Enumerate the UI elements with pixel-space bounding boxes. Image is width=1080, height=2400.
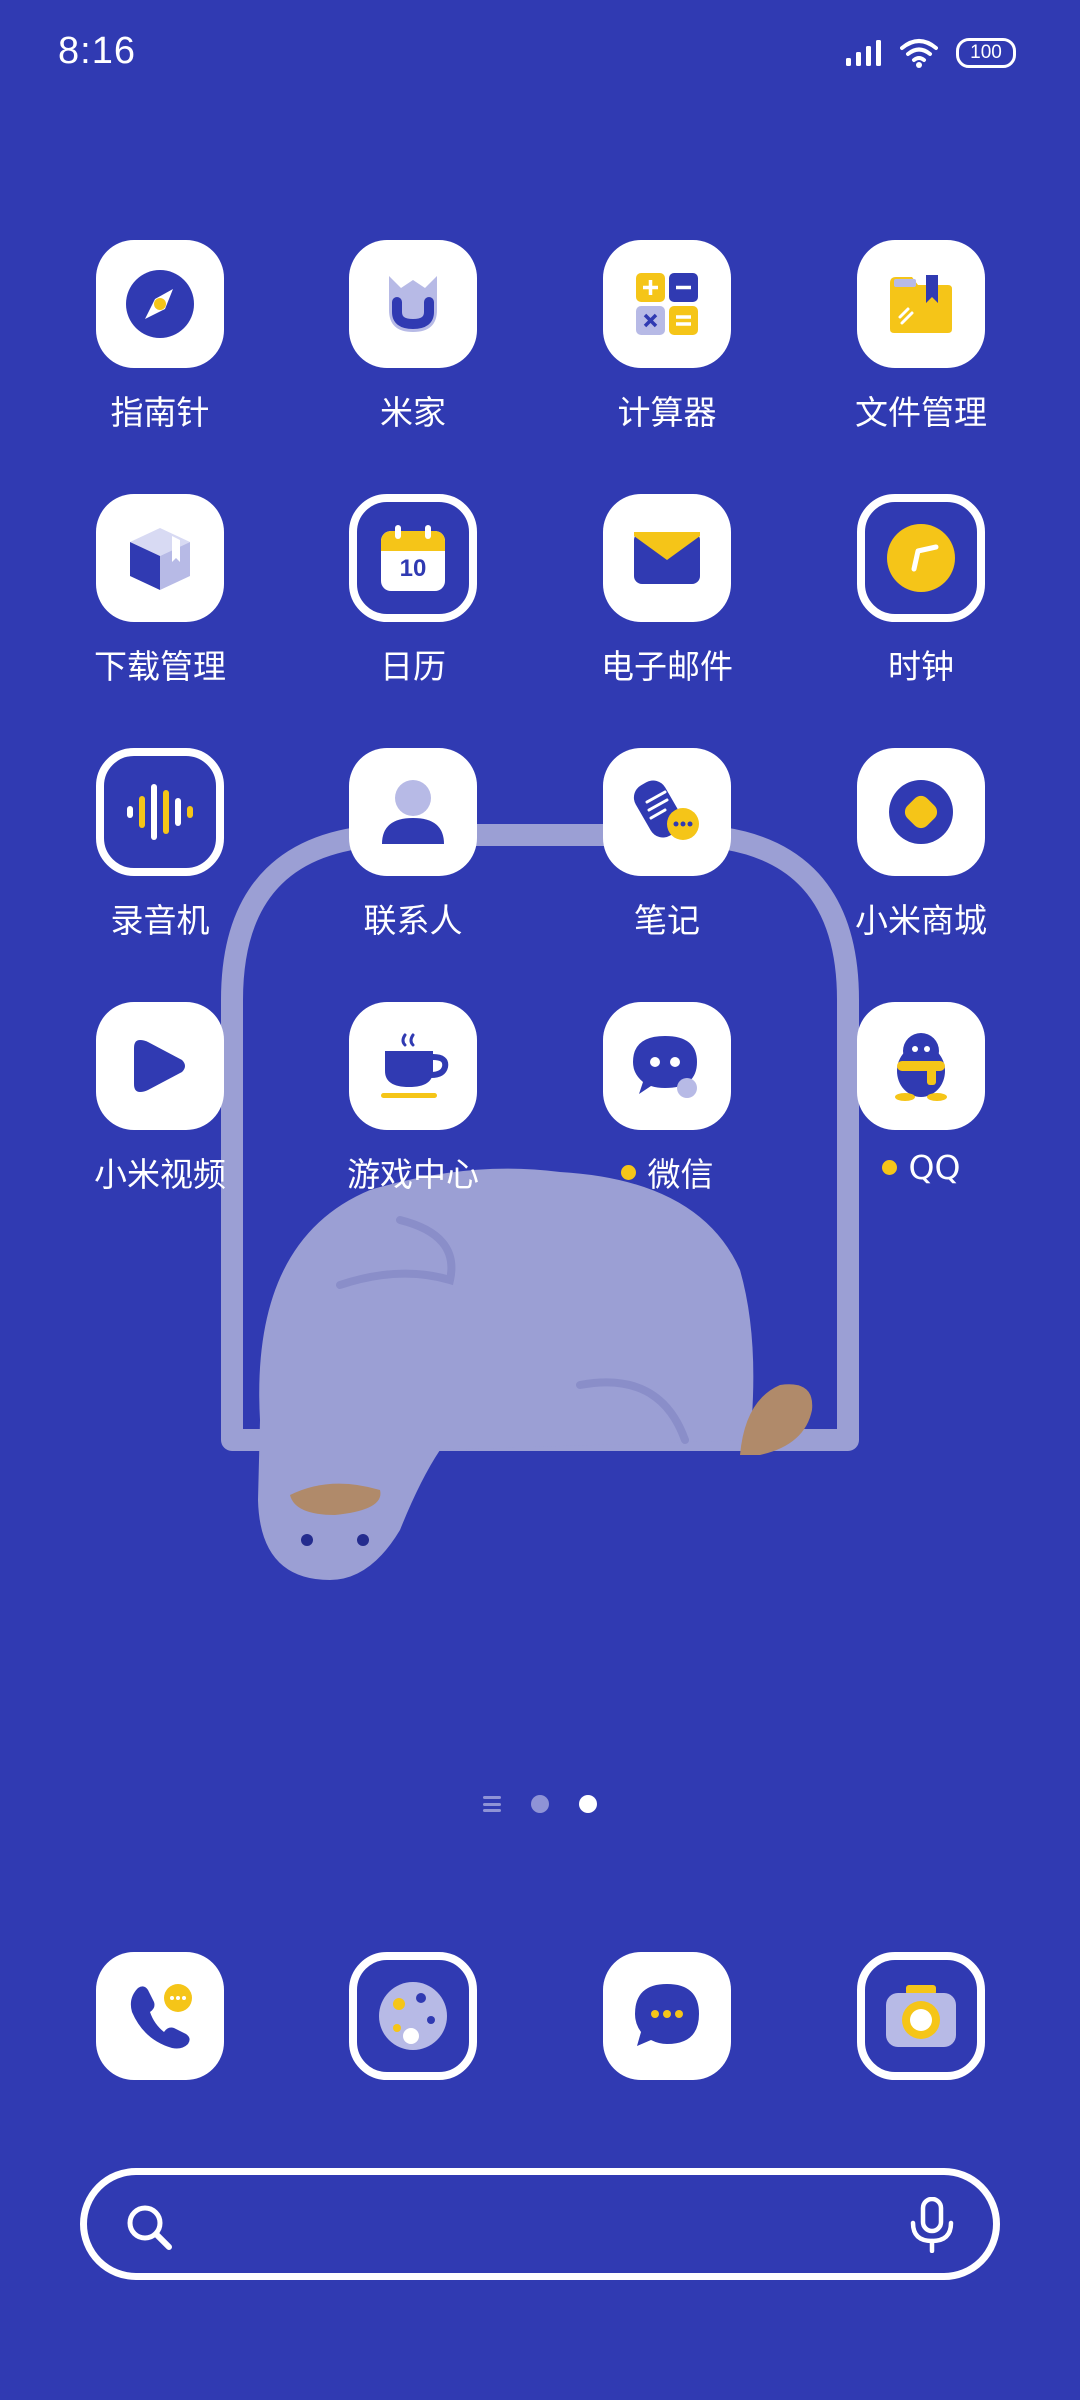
app-email[interactable]: 电子邮件 [557, 494, 777, 724]
page-list-icon[interactable] [483, 1796, 501, 1812]
app-contacts[interactable]: 联系人 [303, 748, 523, 978]
app-label: 日历 [380, 647, 446, 686]
status-time: 8:16 [58, 30, 136, 72]
search-bar[interactable] [80, 2168, 1000, 2280]
app-label: QQ [881, 1148, 960, 1187]
microphone-icon[interactable] [909, 2197, 955, 2253]
calendar-day: 10 [399, 555, 427, 582]
app-label: 文件管理 [855, 393, 987, 432]
battery-icon: 100 [956, 38, 1016, 68]
app-label: 电子邮件 [601, 647, 733, 686]
app-label: 下载管理 [94, 647, 226, 686]
app-compass[interactable]: 指南针 [50, 240, 270, 470]
page-indicator [0, 1795, 1080, 1813]
messages-icon [603, 1952, 731, 2080]
notification-dot [881, 1160, 897, 1175]
app-label: 微信 [620, 1148, 714, 1196]
app-mi-video[interactable]: 小米视频 [50, 1002, 270, 1232]
status-icons: 100 [846, 38, 1016, 68]
app-clock[interactable]: 时钟 [811, 494, 1031, 724]
download-manager-icon [96, 494, 224, 622]
notes-icon [603, 748, 731, 876]
app-label: 米家 [380, 393, 446, 432]
page-dot-active[interactable] [579, 1795, 597, 1813]
camera-icon [857, 1952, 985, 2080]
app-label: 游戏中心 [347, 1155, 479, 1194]
phone-icon [96, 1952, 224, 2080]
app-label: 录音机 [110, 901, 210, 940]
calendar-icon: 10 [349, 494, 477, 622]
status-bar: 8:16 100 [0, 0, 1080, 110]
dock-camera[interactable] [811, 1952, 1031, 2082]
app-label: 时钟 [888, 647, 954, 686]
game-center-icon [349, 1002, 477, 1130]
recorder-icon [96, 748, 224, 876]
app-file-manager[interactable]: 文件管理 [811, 240, 1031, 470]
app-wechat[interactable]: 微信 [557, 1002, 777, 1232]
app-game-center[interactable]: 游戏中心 [303, 1002, 523, 1232]
app-label: 指南针 [110, 393, 210, 432]
dock-messages[interactable] [557, 1952, 777, 2082]
app-mijia[interactable]: 米家 [303, 240, 523, 470]
mijia-icon [349, 240, 477, 368]
signal-icon [846, 40, 881, 66]
app-label: 小米视频 [94, 1155, 226, 1194]
app-recorder[interactable]: 录音机 [50, 748, 270, 978]
mi-video-icon [96, 1002, 224, 1130]
app-label: 计算器 [617, 393, 717, 432]
app-calendar[interactable]: 10 日历 [303, 494, 523, 724]
app-label: 笔记 [634, 901, 700, 940]
app-mi-store[interactable]: 小米商城 [811, 748, 1031, 978]
wechat-icon [603, 1002, 731, 1130]
file-manager-icon [857, 240, 985, 368]
app-calculator[interactable]: 计算器 [557, 240, 777, 470]
page-dot[interactable] [531, 1795, 549, 1813]
app-qq[interactable]: QQ [811, 1002, 1031, 1232]
browser-icon [349, 1952, 477, 2080]
app-label: 联系人 [363, 901, 463, 940]
clock-icon [857, 494, 985, 622]
app-notes[interactable]: 笔记 [557, 748, 777, 978]
qq-icon [857, 1002, 985, 1130]
dock-phone[interactable] [50, 1952, 270, 2082]
email-icon [603, 494, 731, 622]
app-download-manager[interactable]: 下载管理 [50, 494, 270, 724]
dock-browser[interactable] [303, 1952, 523, 2082]
app-label: 小米商城 [855, 901, 987, 940]
contacts-icon [349, 748, 477, 876]
mi-store-icon [857, 748, 985, 876]
search-icon[interactable] [125, 2203, 175, 2253]
compass-icon [96, 240, 224, 368]
wifi-icon [900, 39, 938, 68]
calculator-icon [603, 240, 731, 368]
notification-dot [620, 1164, 636, 1180]
